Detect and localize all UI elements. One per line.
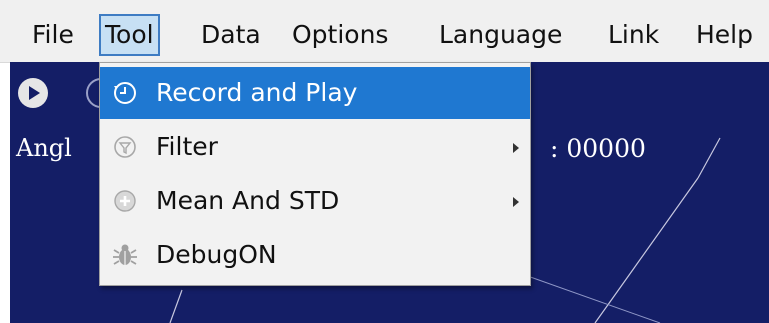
- play-button[interactable]: [18, 78, 48, 108]
- filter-icon: [112, 134, 138, 160]
- plus-circle-icon: [112, 188, 138, 214]
- menu-item-mean-and-std[interactable]: Mean And STD: [100, 175, 530, 227]
- tool-dropdown-menu: Record and Play Filter Mean And STD Debu…: [99, 62, 531, 286]
- menu-item-filter[interactable]: Filter: [100, 121, 530, 173]
- menu-item-record-and-play[interactable]: Record and Play: [100, 67, 530, 119]
- menu-item-label: Filter: [156, 132, 218, 161]
- menu-tool[interactable]: Tool: [99, 14, 160, 56]
- menu-item-label: Mean And STD: [156, 186, 340, 215]
- submenu-arrow-icon: [513, 197, 519, 207]
- menu-options[interactable]: Options: [292, 14, 388, 56]
- menu-item-debugon[interactable]: DebugON: [100, 229, 530, 281]
- menu-bar: File Tool Data Options Language Link Hel…: [0, 0, 769, 63]
- submenu-arrow-icon: [513, 143, 519, 153]
- menu-file[interactable]: File: [32, 14, 74, 56]
- menu-help[interactable]: Help: [696, 14, 753, 56]
- menu-item-label: DebugON: [156, 240, 277, 269]
- angle-label: Angl: [16, 134, 72, 162]
- menu-data[interactable]: Data: [201, 14, 261, 56]
- menu-language[interactable]: Language: [439, 14, 562, 56]
- count-readout: : 00000: [550, 134, 646, 163]
- menu-link[interactable]: Link: [608, 14, 659, 56]
- bug-icon: [112, 242, 138, 268]
- menu-item-label: Record and Play: [156, 78, 358, 107]
- clock-icon: [112, 80, 138, 106]
